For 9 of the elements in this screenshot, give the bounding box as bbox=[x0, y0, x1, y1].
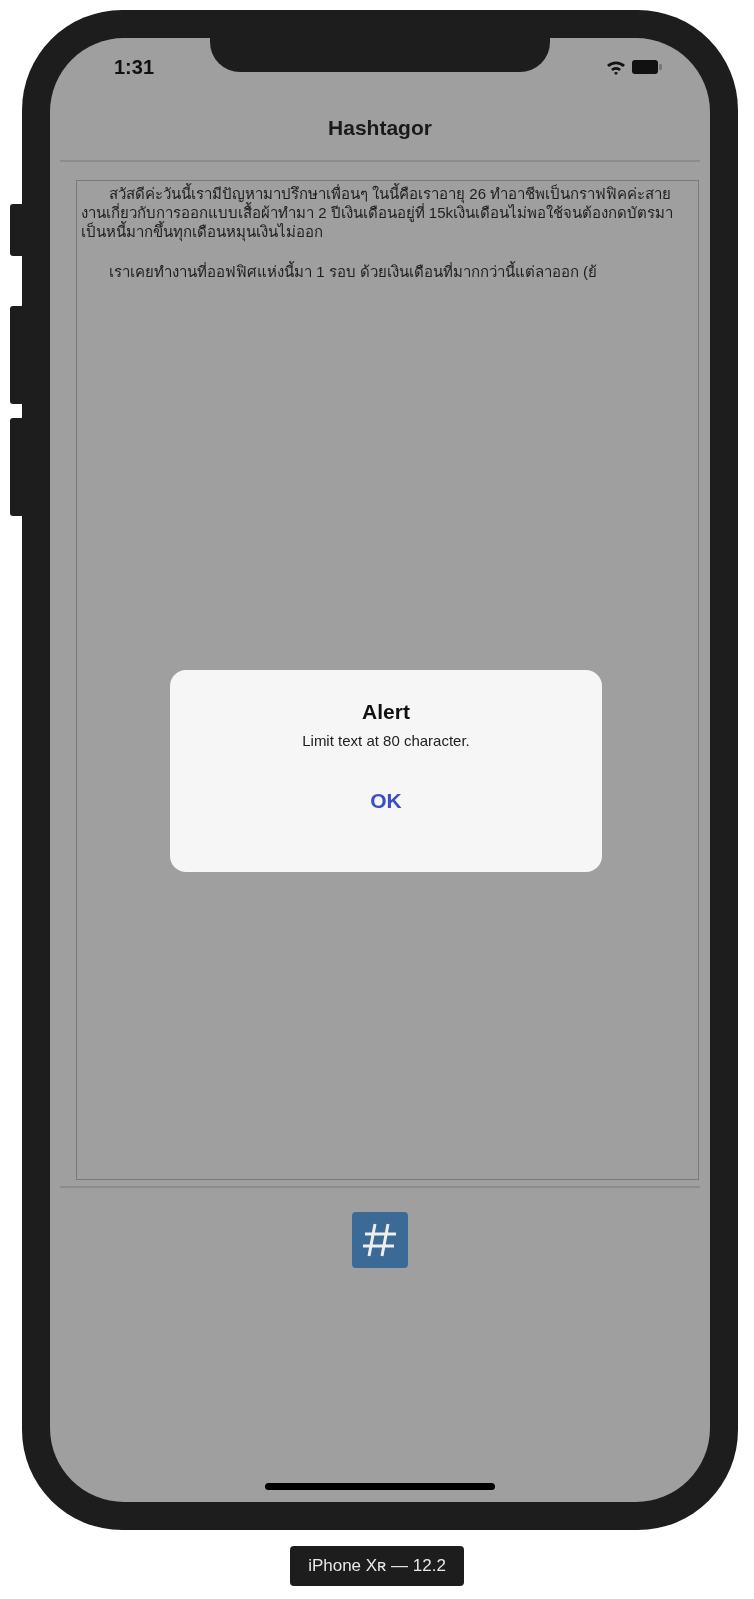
device-label: iPhone Xʀ — 12.2 bbox=[290, 1546, 464, 1586]
hashtag-button[interactable] bbox=[352, 1212, 408, 1268]
alert-message: Limit text at 80 character. bbox=[302, 732, 470, 749]
wifi-icon bbox=[606, 59, 626, 75]
battery-icon bbox=[632, 60, 662, 74]
nav-title: Hashtagor bbox=[328, 116, 432, 140]
alert-title: Alert bbox=[362, 700, 410, 724]
ok-button[interactable]: OK bbox=[358, 785, 414, 817]
status-time: 1:31 bbox=[114, 55, 155, 79]
